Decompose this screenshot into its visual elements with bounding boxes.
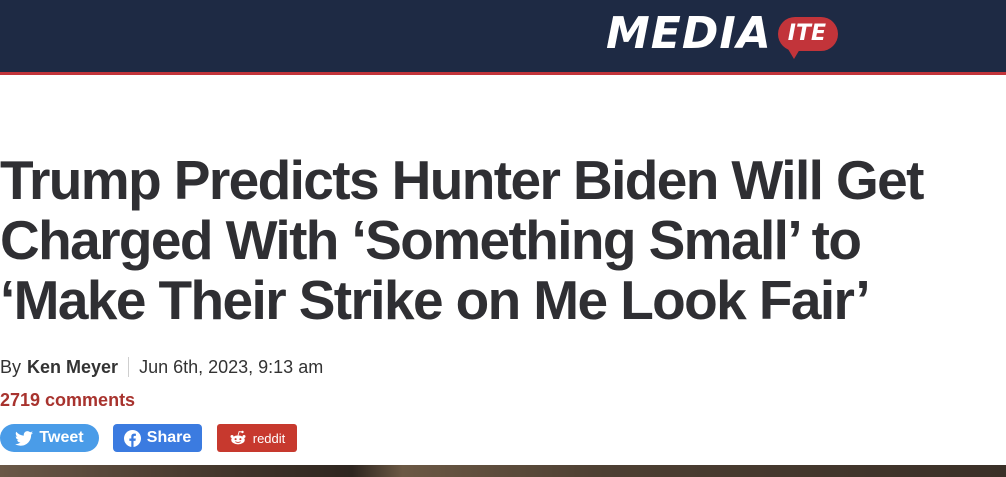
reddit-alien-icon [229,430,247,446]
logo-speech-bubble: ITE [777,17,839,59]
publish-date: Jun 6th, 2023, 9:13 am [139,356,324,377]
facebook-share-button[interactable]: Share [113,424,202,452]
site-logo[interactable]: MEDIA ITE [606,8,839,59]
headline-line: Trump Predicts Hunter Biden Will Get [0,149,924,211]
logo-wordmark: MEDIA [606,8,772,59]
byline: By Ken Meyer Jun 6th, 2023, 9:13 am [0,356,323,378]
author-link[interactable]: Ken Meyer [27,357,118,378]
reddit-label: reddit [252,430,286,446]
headline-line: Charged With ‘Something Small’ to [0,209,862,271]
tweet-button[interactable]: Tweet [0,424,99,452]
twitter-bird-icon [15,430,34,446]
comments-link[interactable]: 2719 comments [0,390,135,411]
article-featured-image [0,465,1006,477]
byline-prefix: By [0,356,22,377]
facebook-icon [123,429,141,447]
headline-line: ‘Make Their Strike on Me Look Fair’ [0,269,871,331]
tweet-label: Tweet [39,429,84,446]
reddit-button[interactable]: reddit [217,424,297,452]
site-header: MEDIA ITE [0,0,1006,75]
share-label: Share [146,429,192,446]
byline-divider [128,357,130,377]
article-headline: Trump Predicts Hunter Biden Will Get Cha… [0,150,1000,330]
